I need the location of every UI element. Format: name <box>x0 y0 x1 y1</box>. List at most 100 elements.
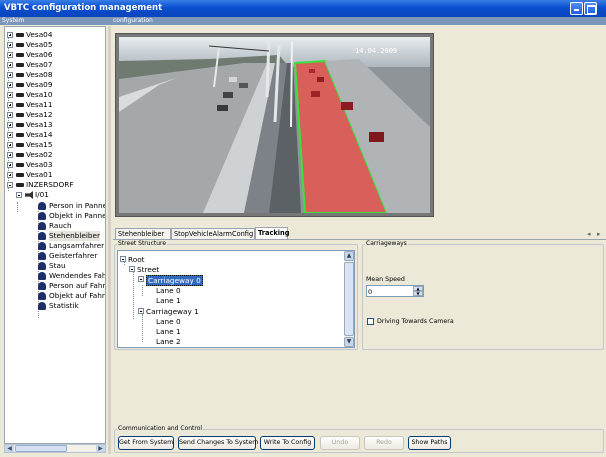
get-from-system-button[interactable]: Get From System <box>118 436 174 450</box>
tree-horizontal-scrollbar[interactable]: ◀ ▶ <box>4 444 106 453</box>
alarm-icon <box>38 242 46 250</box>
tree-node-lane[interactable]: Lane 0 <box>156 286 181 295</box>
tree-guide-line <box>133 267 134 319</box>
communication-label: Communication and Control <box>117 425 204 432</box>
expand-icon[interactable] <box>7 52 13 58</box>
alarm-icon <box>38 202 46 210</box>
tree-guide-line <box>17 202 18 212</box>
tree-node-carriageway-0[interactable]: Carriageway 0 <box>146 275 203 286</box>
alarm-icon <box>38 222 46 230</box>
alarm-icon <box>38 302 46 310</box>
collapse-icon[interactable] <box>7 182 13 188</box>
tree-node-carriageway-1[interactable]: Carriageway 1 <box>146 307 199 316</box>
expand-icon[interactable] <box>7 42 13 48</box>
street-tree-scrollbar[interactable]: ▲ ▼ <box>344 251 354 347</box>
expand-icon[interactable] <box>7 122 13 128</box>
collapse-icon[interactable] <box>120 256 126 262</box>
tree-node-lane[interactable]: Lane 0 <box>156 317 181 326</box>
pane-header: System configuration <box>0 17 606 25</box>
expand-icon[interactable] <box>7 132 13 138</box>
tree-node-lane[interactable]: Lane 1 <box>156 296 181 305</box>
device-icon <box>16 103 24 107</box>
street-structure-tree[interactable]: Root Street Carriageway 0 Lane 0 Lane 1 … <box>117 250 355 348</box>
collapse-icon[interactable] <box>138 308 144 314</box>
expand-icon[interactable] <box>7 32 13 38</box>
alarm-icon <box>38 272 46 280</box>
alarm-icon <box>38 292 46 300</box>
minimize-button[interactable] <box>570 2 583 15</box>
device-icon <box>16 143 24 147</box>
driving-towards-camera-checkbox[interactable] <box>367 318 374 325</box>
device-icon <box>16 133 24 137</box>
expand-icon[interactable] <box>7 162 13 168</box>
tab-scroll-left-icon[interactable]: ◂ <box>587 230 591 238</box>
title-bar: VBTC configuration management <box>0 0 606 17</box>
tab-scroll-right-icon[interactable]: ▸ <box>597 230 601 238</box>
system-tree[interactable]: Vesa04 Vesa05 Vesa06 Vesa07 Vesa08 Vesa0… <box>4 26 106 444</box>
mean-speed-label: Mean Speed <box>366 276 405 283</box>
device-icon <box>16 123 24 127</box>
device-icon <box>16 43 24 47</box>
expand-icon[interactable] <box>7 142 13 148</box>
tree-node-lane[interactable]: Lane 1 <box>156 327 181 336</box>
device-icon <box>16 163 24 167</box>
device-icon <box>16 73 24 77</box>
device-icon <box>16 153 24 157</box>
scroll-thumb[interactable] <box>15 445 67 452</box>
alarm-icon <box>38 212 46 220</box>
expand-icon[interactable] <box>7 92 13 98</box>
alarm-icon <box>38 262 46 270</box>
video-timestamp: 14.04.2009 <box>355 47 397 55</box>
collapse-icon[interactable] <box>129 266 135 272</box>
expand-icon[interactable] <box>7 62 13 68</box>
scroll-down-icon[interactable]: ▼ <box>344 337 354 347</box>
device-icon <box>16 173 24 177</box>
device-icon <box>16 33 24 37</box>
tab-stehenbleiber[interactable]: Stehenbleiber <box>115 228 171 239</box>
write-to-config-button[interactable]: Write To Config <box>260 436 315 450</box>
expand-icon[interactable] <box>7 72 13 78</box>
collapse-icon[interactable] <box>16 192 22 198</box>
scroll-left-icon[interactable]: ◀ <box>5 445 14 452</box>
tree-node-lane[interactable]: Lane 2 <box>156 337 181 346</box>
expand-icon[interactable] <box>7 152 13 158</box>
alarm-icon <box>38 232 46 240</box>
device-icon <box>16 53 24 57</box>
scroll-up-icon[interactable]: ▲ <box>344 251 354 261</box>
window-title: VBTC configuration management <box>4 3 163 13</box>
mean-speed-input[interactable] <box>368 287 412 296</box>
expand-icon[interactable] <box>7 172 13 178</box>
expand-icon[interactable] <box>7 82 13 88</box>
tab-stopvehiclealarmconfig[interactable]: StopVehicleAlarmConfig <box>171 228 255 239</box>
redo-button[interactable]: Redo <box>364 436 404 450</box>
camera-video[interactable]: 14.04.2009 <box>119 37 430 213</box>
device-icon <box>16 83 24 87</box>
tree-guide-line <box>142 285 143 296</box>
device-icon <box>16 113 24 117</box>
device-icon <box>16 183 24 187</box>
carriageways-label: Carriageways <box>365 240 408 247</box>
expand-icon[interactable] <box>7 112 13 118</box>
configuration-pane-label: configuration <box>113 17 153 24</box>
camera-video-frame: 14.04.2009 <box>115 33 434 217</box>
tree-node-street[interactable]: Street <box>137 265 159 274</box>
camera-icon <box>25 191 33 199</box>
tree-node-root[interactable]: Root <box>128 255 145 264</box>
undo-button[interactable]: Undo <box>320 436 360 450</box>
scroll-right-icon[interactable]: ▶ <box>96 445 105 452</box>
send-changes-button[interactable]: Send Changes To System <box>178 436 258 450</box>
alarm-icon <box>38 252 46 260</box>
system-pane-label: System <box>2 17 25 24</box>
scroll-thumb[interactable] <box>344 262 354 336</box>
collapse-icon[interactable] <box>138 276 144 282</box>
expand-icon[interactable] <box>7 102 13 108</box>
tree-guide-line <box>142 314 143 342</box>
street-structure-label: Street Structure <box>117 240 168 247</box>
tab-tracking[interactable]: Tracking <box>255 227 289 239</box>
device-icon <box>16 93 24 97</box>
pane-splitter[interactable] <box>108 26 111 454</box>
maximize-button[interactable] <box>584 2 597 15</box>
show-paths-button[interactable]: Show Paths <box>408 436 451 450</box>
mean-speed-spinner[interactable]: ▲ ▼ <box>366 285 424 297</box>
spin-down-icon[interactable]: ▼ <box>413 291 423 296</box>
